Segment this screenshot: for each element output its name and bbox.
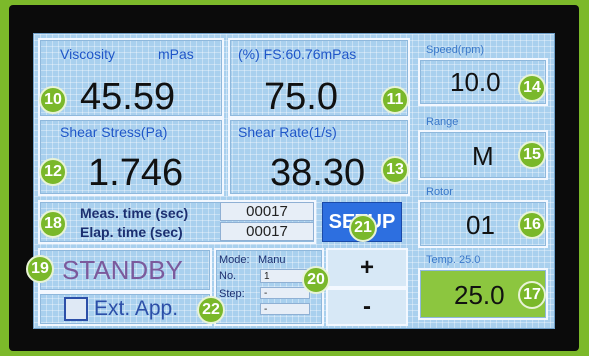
elap-time-value: 00017 [220, 222, 314, 241]
callout-15: 15 [518, 141, 546, 169]
i-value: - [260, 303, 310, 315]
shear-stress-value: 1.746 [88, 152, 184, 194]
fs-percent-label: (%) FS:60.76mPas [238, 46, 357, 62]
callout-22: 22 [197, 296, 225, 324]
fs-percent-value: 75.0 [264, 76, 338, 118]
ext-app-label: Ext. App. [94, 297, 179, 320]
touch-screen: Viscosity mPas 45.59 (%) FS:60.76mPas 75… [33, 33, 555, 329]
callout-17: 17 [518, 281, 546, 309]
viscosity-label: Viscosity [60, 46, 115, 62]
meas-time-label: Meas. time (sec) [80, 205, 189, 221]
rotor-label: Rotor [426, 186, 453, 198]
mode-label: Mode: [219, 254, 250, 266]
range-value: M [472, 141, 494, 171]
rotor-value: 01 [466, 210, 495, 240]
shear-stress-panel: Shear Stress(Pa) 1.746 [38, 118, 224, 196]
callout-14: 14 [518, 74, 546, 102]
shear-rate-panel: Shear Rate(1/s) 38.30 [228, 118, 410, 196]
speed-value: 10.0 [450, 67, 501, 97]
step-label: Step: [219, 288, 245, 300]
viscosity-unit: mPas [158, 46, 194, 62]
callout-11: 11 [381, 86, 409, 114]
shear-stress-label: Shear Stress(Pa) [60, 124, 168, 140]
elap-time-label: Elap. time (sec) [80, 224, 183, 240]
callout-20: 20 [302, 266, 330, 294]
viscosity-value: 45.59 [80, 76, 176, 118]
shear-rate-label: Shear Rate(1/s) [238, 124, 337, 140]
plus-button[interactable]: + [326, 248, 408, 288]
callout-16: 16 [518, 211, 546, 239]
temp-value: 25.0 [454, 280, 505, 310]
step-value: - [260, 287, 310, 299]
callout-12: 12 [39, 158, 67, 186]
temp-label: Temp. 25.0 [426, 254, 481, 266]
callout-19: 19 [26, 255, 54, 283]
meas-time-value: 00017 [220, 202, 314, 221]
no-label: No. [219, 270, 237, 282]
callout-10: 10 [39, 86, 67, 114]
standby-label: STANDBY [62, 255, 183, 285]
ext-app-panel: Ext. App. [38, 292, 212, 326]
viscosity-panel: Viscosity mPas 45.59 [38, 38, 224, 118]
speed-label: Speed(rpm) [426, 44, 485, 56]
mode-value: Manu [258, 254, 286, 266]
callout-18: 18 [39, 210, 67, 238]
standby-panel[interactable]: STANDBY [38, 248, 212, 292]
ext-app-checkbox[interactable] [64, 297, 88, 321]
callout-13: 13 [381, 156, 409, 184]
range-label: Range [426, 116, 459, 128]
callout-21: 21 [349, 214, 377, 242]
minus-button[interactable]: - [326, 288, 408, 326]
shear-rate-value: 38.30 [270, 152, 366, 194]
